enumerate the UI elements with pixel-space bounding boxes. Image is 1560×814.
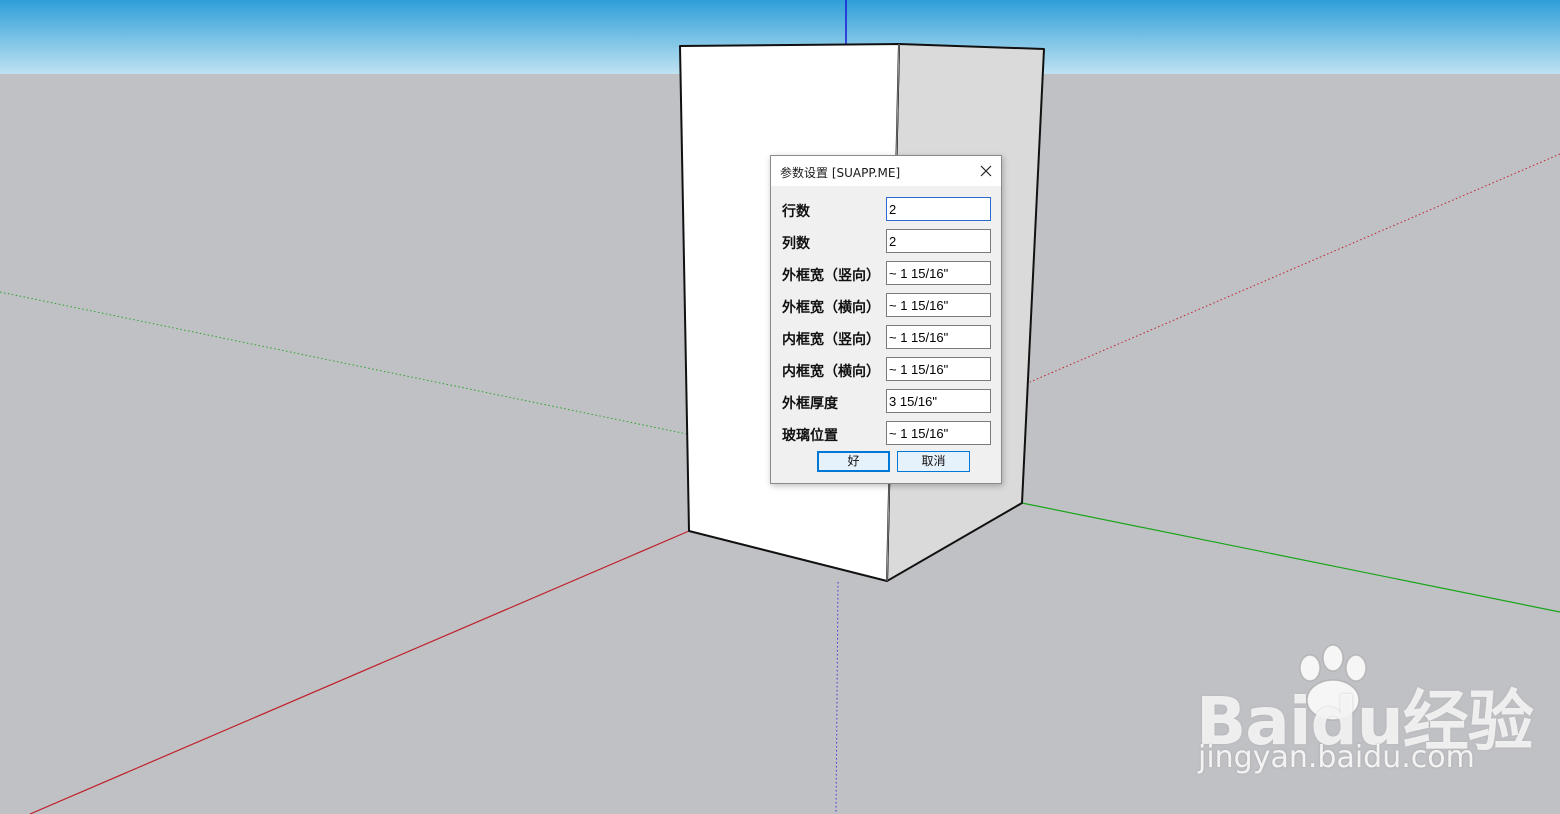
dialog-title: 参数设置 [SUAPP.ME] — [780, 166, 901, 180]
field-label: 外框宽（竖向） — [782, 268, 880, 284]
glass-position-input[interactable] — [886, 421, 991, 445]
field-row-columns: 列数 — [771, 228, 1001, 254]
field-row-inner-width-vertical: 内框宽（竖向） — [771, 324, 1001, 350]
close-icon — [980, 165, 992, 177]
close-button[interactable] — [975, 160, 997, 182]
field-label: 玻璃位置 — [782, 428, 838, 444]
field-row-outer-width-horizontal: 外框宽（横向） — [771, 292, 1001, 318]
field-label: 内框宽（横向） — [782, 364, 880, 380]
cancel-button[interactable]: 取消 — [897, 451, 970, 472]
outer-width-vertical-input[interactable] — [886, 261, 991, 285]
inner-width-horizontal-input[interactable] — [886, 357, 991, 381]
field-label: 内框宽（竖向） — [782, 332, 880, 348]
field-row-inner-width-horizontal: 内框宽（横向） — [771, 356, 1001, 382]
columns-input[interactable] — [886, 229, 991, 253]
outer-thickness-input[interactable] — [886, 389, 991, 413]
field-row-outer-width-vertical: 外框宽（竖向） — [771, 260, 1001, 286]
ok-button[interactable]: 好 — [817, 451, 890, 472]
field-label: 外框厚度 — [782, 396, 838, 412]
parameter-settings-dialog: 参数设置 [SUAPP.ME] 行数 列数 外框宽（竖向） 外框宽（横向） — [770, 155, 1002, 484]
sketchup-viewport[interactable]: 参数设置 [SUAPP.ME] 行数 列数 外框宽（竖向） 外框宽（横向） — [0, 0, 1560, 814]
field-label: 行数 — [782, 204, 810, 220]
field-label: 列数 — [782, 236, 810, 252]
inner-width-vertical-input[interactable] — [886, 325, 991, 349]
field-row-glass-position: 玻璃位置 — [771, 420, 1001, 446]
field-label: 外框宽（横向） — [782, 300, 880, 316]
rows-input[interactable] — [886, 197, 991, 221]
field-row-outer-thickness: 外框厚度 — [771, 388, 1001, 414]
outer-width-horizontal-input[interactable] — [886, 293, 991, 317]
watermark-url: jingyan.baidu.com — [1198, 740, 1475, 775]
field-row-rows: 行数 — [771, 196, 1001, 222]
dialog-titlebar[interactable]: 参数设置 [SUAPP.ME] — [771, 156, 1001, 186]
